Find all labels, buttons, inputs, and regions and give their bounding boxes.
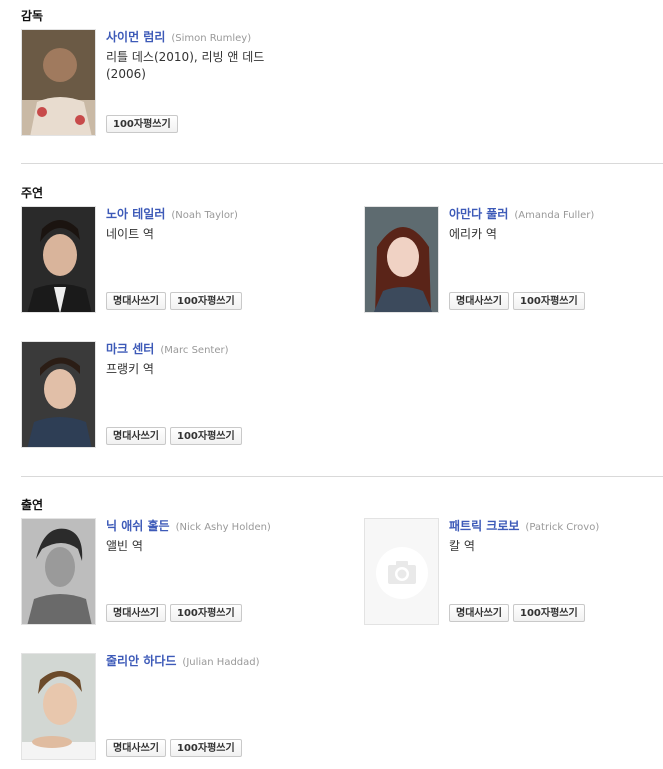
- person-role: 에리카 역: [449, 227, 497, 241]
- camera-icon: [365, 519, 438, 624]
- person-card-patrick-crovo: 패트릭 크로보 (Patrick Crovo) 칼 역 명대사쓰기 100자평쓰기: [364, 518, 663, 626]
- person-photo[interactable]: [21, 653, 96, 760]
- person-photo[interactable]: [21, 341, 96, 448]
- no-photo-placeholder[interactable]: [364, 518, 439, 625]
- person-english-name: (Simon Rumley): [171, 33, 252, 44]
- person-filmography: 리틀 데스(2010), 리빙 앤 데드 (2006): [106, 50, 265, 81]
- section-title-lead: 주연: [21, 186, 44, 200]
- person-role: 칼 역: [449, 539, 475, 553]
- person-name-link[interactable]: 줄리안 하다드: [106, 654, 176, 668]
- write-review-button[interactable]: 100자평쓰기: [170, 604, 242, 622]
- person-role: 앨빈 역: [106, 539, 143, 553]
- person-card-amanda-fuller: 아만다 풀러 (Amanda Fuller) 에리카 역 명대사쓰기 100자평쓰…: [364, 206, 663, 314]
- person-card-julian-haddad: 줄리안 하다드 (Julian Haddad) 명대사쓰기 100자평쓰기: [21, 653, 321, 761]
- person-card-marc-senter: 마크 센터 (Marc Senter) 프랭키 역 명대사쓰기 100자평쓰기: [21, 341, 321, 449]
- section-divider: [21, 163, 663, 164]
- person-english-name: (Marc Senter): [160, 345, 229, 356]
- person-english-name: (Julian Haddad): [182, 657, 260, 668]
- write-review-button[interactable]: 100자평쓰기: [170, 427, 242, 445]
- person-photo[interactable]: [21, 518, 96, 625]
- write-quote-button[interactable]: 명대사쓰기: [449, 604, 509, 622]
- write-quote-button[interactable]: 명대사쓰기: [106, 739, 166, 757]
- person-photo[interactable]: [21, 29, 96, 136]
- section-divider: [21, 476, 663, 477]
- person-card-nick-ashy-holden: 닉 애쉬 홀든 (Nick Ashy Holden) 앨빈 역 명대사쓰기 100…: [21, 518, 321, 626]
- write-quote-button[interactable]: 명대사쓰기: [106, 427, 166, 445]
- person-english-name: (Noah Taylor): [171, 210, 238, 221]
- person-name-link[interactable]: 노아 테일러: [106, 207, 165, 221]
- person-name-link[interactable]: 패트릭 크로보: [449, 519, 519, 533]
- person-name-link[interactable]: 마크 센터: [106, 342, 154, 356]
- write-review-button[interactable]: 100자평쓰기: [170, 739, 242, 757]
- write-review-button[interactable]: 100자평쓰기: [513, 604, 585, 622]
- write-review-button[interactable]: 100자평쓰기: [513, 292, 585, 310]
- write-quote-button[interactable]: 명대사쓰기: [106, 292, 166, 310]
- person-english-name: (Patrick Crovo): [525, 522, 600, 533]
- write-review-button[interactable]: 100자평쓰기: [106, 115, 178, 133]
- person-card-simon-rumley: 사이먼 럼리 (Simon Rumley) 리틀 데스(2010), 리빙 앤 데…: [21, 29, 321, 137]
- person-role: 프랭키 역: [106, 362, 154, 376]
- person-name-link[interactable]: 사이먼 럼리: [106, 30, 165, 44]
- section-title-director: 감독: [21, 9, 44, 23]
- person-role: 네이트 역: [106, 227, 154, 241]
- person-card-noah-taylor: 노아 테일러 (Noah Taylor) 네이트 역 명대사쓰기 100자평쓰기: [21, 206, 321, 314]
- write-quote-button[interactable]: 명대사쓰기: [106, 604, 166, 622]
- section-title-support: 출연: [21, 498, 44, 512]
- person-name-link[interactable]: 아만다 풀러: [449, 207, 508, 221]
- person-english-name: (Amanda Fuller): [514, 210, 595, 221]
- person-photo[interactable]: [21, 206, 96, 313]
- write-quote-button[interactable]: 명대사쓰기: [449, 292, 509, 310]
- person-photo[interactable]: [364, 206, 439, 313]
- person-name-link[interactable]: 닉 애쉬 홀든: [106, 519, 170, 533]
- write-review-button[interactable]: 100자평쓰기: [170, 292, 242, 310]
- person-english-name: (Nick Ashy Holden): [175, 522, 271, 533]
